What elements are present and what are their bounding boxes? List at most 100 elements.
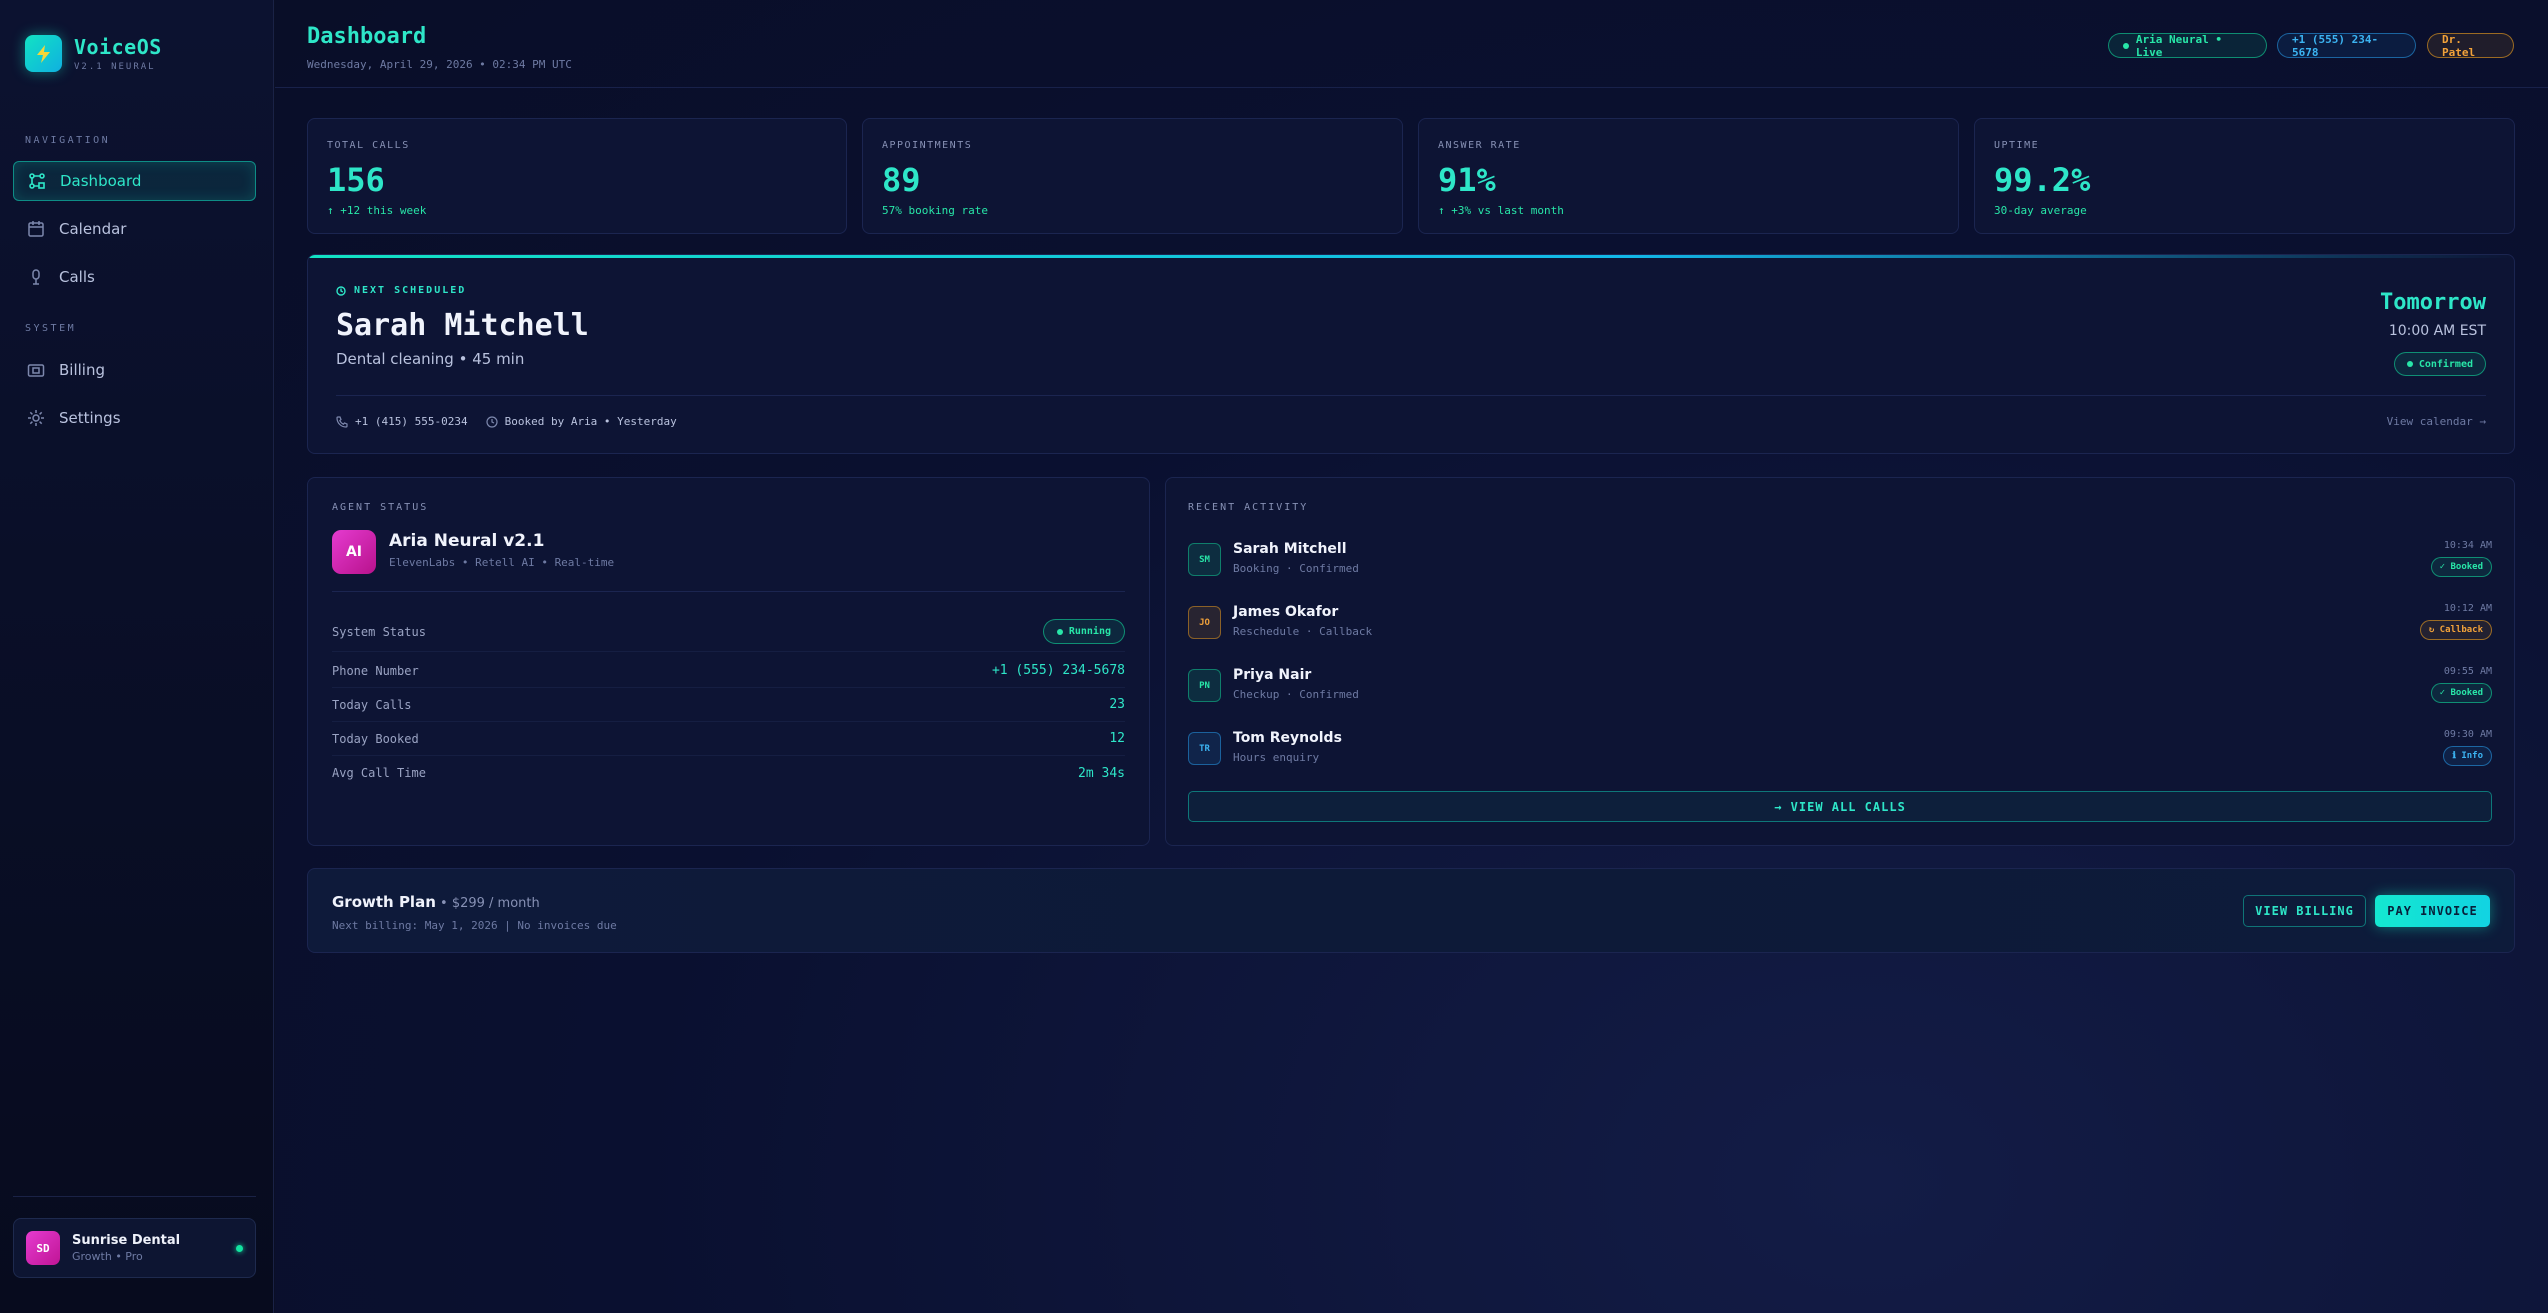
status-badge: Running [1042,619,1125,644]
next-booked-by: Booked by Aria • Yesterday [504,415,677,428]
agent-description: ElevenLabs • Retell AI • Real-time [389,556,615,569]
caller-name: James Okafor [1233,604,1339,620]
list-item[interactable]: JO James Okafor Reschedule · Callback 10… [1188,593,2492,649]
section-label: AGENT STATUS [332,502,429,513]
call-time: 09:55 AM [2443,666,2492,677]
agent-info-row: Today Booked 12 [332,722,1125,756]
sidebar-item-label: Settings [59,409,121,427]
microphone-icon [27,268,45,286]
call-description: Reschedule · Callback [1233,625,1373,638]
status-dot-icon [2406,361,2413,367]
stat-sub: 30-day average [1994,204,2087,217]
view-billing-button[interactable]: VIEW BILLING [2243,895,2366,927]
billing-icon [27,361,45,379]
dashboard-icon [28,172,46,190]
next-appointment-card: NEXT SCHEDULED Sarah Mitchell Dental cle… [307,254,2515,454]
divider [336,395,2486,396]
next-patient-name: Sarah Mitchell [336,308,589,343]
row-value: 12 [1109,731,1125,746]
stat-sub: ↑ +12 this week [327,204,427,217]
brand-name: VoiceOS [74,35,162,59]
avatar: PN [1188,669,1221,702]
call-description: Checkup · Confirmed [1233,688,1359,701]
next-time: 10:00 AM EST [2388,323,2486,339]
stat-label: TOTAL CALLS [327,140,410,151]
nav-section-system: SYSTEM [25,323,77,334]
sidebar-item-billing[interactable]: Billing [13,350,256,390]
sidebar-item-label: Dashboard [60,172,142,190]
plan-billing-info: Next billing: May 1, 2026 | No invoices … [332,919,617,932]
recent-activity-card: RECENT ACTIVITY SM Sarah Mitchell Bookin… [1165,477,2515,846]
stat-value: 89 [882,161,921,199]
card-accent-bar [308,255,2514,258]
status-badge: ↻ Callback [2419,620,2492,640]
sidebar-item-dashboard[interactable]: Dashboard [13,161,256,201]
sidebar-item-settings[interactable]: Settings [13,398,256,438]
stat-value: 99.2% [1994,161,2091,199]
avatar: SM [1188,543,1221,576]
section-label: RECENT ACTIVITY [1188,502,1309,513]
plan-name: Growth Plan [332,893,436,911]
stat-card-total-calls: TOTAL CALLS 156 ↑ +12 this week [307,118,847,234]
brand[interactable]: VoiceOS V2.1 NEURAL [25,35,162,72]
view-all-calls-button[interactable]: → VIEW ALL CALLS [1188,791,2492,822]
call-time: 09:30 AM [2443,729,2492,740]
page-title: Dashboard [307,24,427,49]
list-item[interactable]: SM Sarah Mitchell Booking · Confirmed 10… [1188,530,2492,586]
row-key: Today Booked [332,731,419,746]
plan-title: Growth Plan • $299 / month [332,893,540,911]
sidebar-item-label: Calendar [59,220,127,238]
avatar: TR [1188,732,1221,765]
agent-live-pill[interactable]: Aria Neural • Live [2108,32,2267,59]
next-kicker-label: NEXT SCHEDULED [354,285,467,296]
topbar: Dashboard Wednesday, April 29, 2026 • 02… [275,0,2548,88]
agent-live-label: Aria Neural • Live [2135,32,2222,59]
avatar: JO [1188,606,1221,639]
sidebar-item-calendar[interactable]: Calendar [13,209,256,249]
sidebar-item-label: Calls [59,268,95,286]
account-switcher[interactable]: SD Sunrise Dental Growth • Pro [13,1218,256,1278]
sidebar-item-label: Billing [59,361,105,379]
stat-sub: ↑ +3% vs last month [1438,204,1564,217]
nav-section-navigation: NAVIGATION [25,135,111,146]
call-time: 10:34 AM [2443,540,2492,551]
lightning-icon [25,35,62,72]
status-badge: ℹ Info [2443,746,2492,766]
avatar: SD [26,1231,60,1265]
row-key: Phone Number [332,663,419,678]
status-badge: ✓ Booked [2430,557,2492,577]
caller-name: Tom Reynolds [1233,730,1342,746]
pay-invoice-button[interactable]: PAY INVOICE [2375,895,2490,927]
row-value: 2m 34s [1078,765,1125,781]
next-meta: +1 (415) 555-0234 Booked by Aria • Yeste… [336,415,677,428]
status-badge-label: Running [1068,626,1111,637]
row-key: Today Calls [332,697,412,712]
row-value: +1 (555) 234-5678 [991,663,1125,678]
view-calendar-link[interactable]: View calendar → [2387,415,2486,428]
stat-label: ANSWER RATE [1438,140,1521,151]
sidebar-item-calls[interactable]: Calls [13,257,256,297]
calendar-icon [27,220,45,238]
list-item[interactable]: PN Priya Nair Checkup · Confirmed 09:55 … [1188,656,2492,712]
agent-info-row: Avg Call Time 2m 34s [332,756,1125,790]
stat-value: 156 [327,161,385,199]
next-service: Dental cleaning • 45 min [336,350,525,368]
list-item[interactable]: TR Tom Reynolds Hours enquiry 09:30 AM ℹ… [1188,719,2492,775]
phone-pill[interactable]: +1 (555) 234-5678 [2277,33,2416,59]
call-time: 10:12 AM [2443,603,2492,614]
status-badge: ✓ Booked [2430,683,2492,703]
next-phone: +1 (415) 555-0234 [355,415,468,428]
brand-version: V2.1 NEURAL [74,62,156,72]
clock-icon [336,285,346,296]
stat-value: 91% [1438,161,1496,199]
agent-info-row: Phone Number +1 (555) 234-5678 [332,654,1125,688]
avatar: AI [332,530,376,574]
agent-status-card: AGENT STATUS AI Aria Neural v2.1 ElevenL… [307,477,1150,846]
plan-price: • $299 / month [435,896,540,911]
row-value: 23 [1109,697,1125,712]
clock-icon [485,415,498,428]
status-badge: Confirmed [2393,352,2486,376]
account-plan: Growth • Pro [72,1250,143,1263]
row-key: Avg Call Time [332,766,426,780]
user-pill[interactable]: Dr. Patel [2427,33,2514,59]
